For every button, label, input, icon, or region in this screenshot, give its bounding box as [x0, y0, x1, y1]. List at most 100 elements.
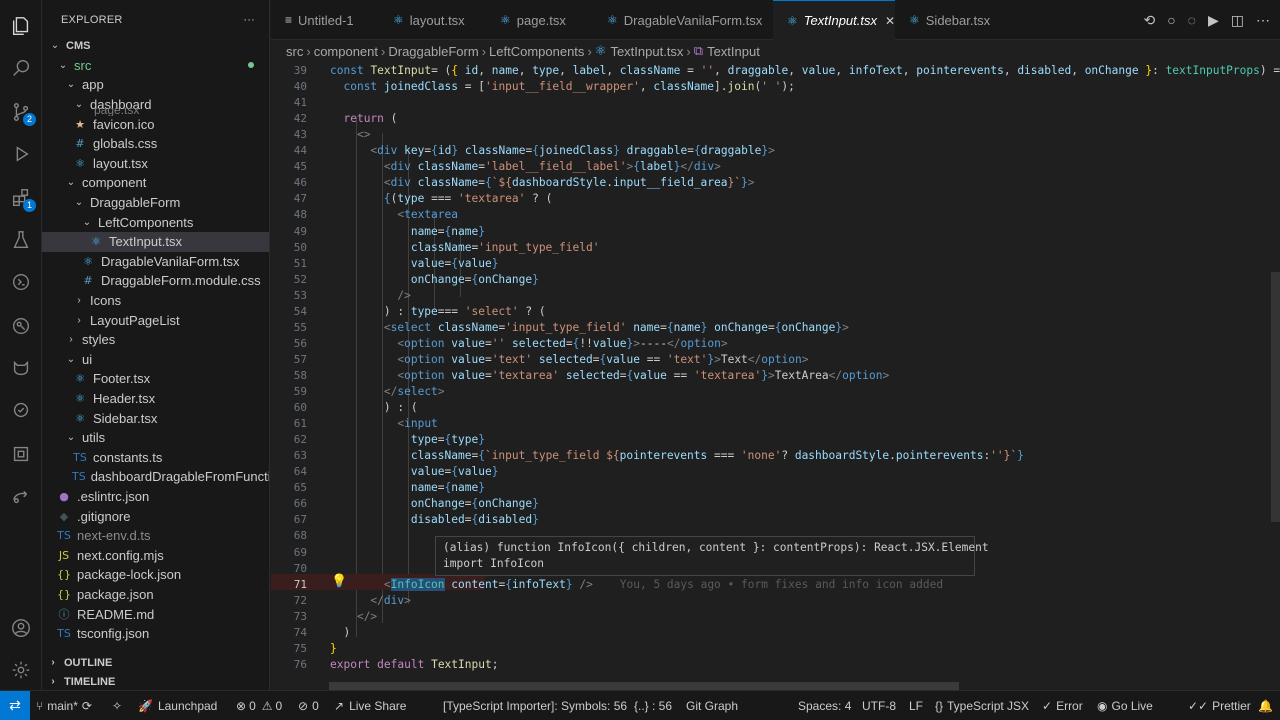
- tree-folder[interactable]: ⌄ src: [42, 56, 269, 76]
- remote-explorer-icon[interactable]: [0, 262, 42, 302]
- launchpad-status[interactable]: 🚀 Launchpad: [138, 691, 217, 720]
- go-back-icon[interactable]: ⟲: [1143, 12, 1155, 29]
- github-icon[interactable]: [0, 348, 42, 388]
- breadcrumb-item[interactable]: TextInput.tsx: [610, 44, 683, 59]
- go-live-status[interactable]: ◉ Go Live: [1097, 691, 1153, 720]
- warning-icon: ⚠: [261, 698, 273, 713]
- tree-file[interactable]: JS next.config.mjs: [42, 546, 269, 566]
- tab-page[interactable]: ⚛ page.tsx: [486, 0, 593, 40]
- tree-file[interactable]: TS constants.ts: [42, 448, 269, 468]
- symbols-status[interactable]: {..} : 56: [634, 691, 672, 720]
- tree-file[interactable]: ● .eslintrc.json: [42, 487, 269, 507]
- code-line: />: [397, 288, 411, 302]
- problems-status[interactable]: ✧: [112, 691, 122, 720]
- tree-folder[interactable]: ⌄ app: [42, 75, 269, 95]
- tree-folder[interactable]: ⌄ DraggableForm: [42, 193, 269, 213]
- tree-file[interactable]: TS tsconfig.json: [42, 624, 269, 644]
- breadcrumb-item[interactable]: LeftComponents: [489, 44, 584, 59]
- eol-status[interactable]: LF: [909, 691, 923, 720]
- code-line: <div className='label__field__label'>{la…: [383, 160, 721, 174]
- tree-folder[interactable]: › Icons: [42, 291, 269, 311]
- extensions-icon[interactable]: 1: [0, 178, 42, 218]
- live-share-status[interactable]: ↗ Live Share: [334, 691, 406, 720]
- horizontal-scrollbar[interactable]: [329, 682, 959, 690]
- file-type-icon: #: [83, 274, 93, 288]
- tree-file[interactable]: # DraggableForm.module.css: [42, 271, 269, 291]
- notifications-bell-icon[interactable]: 🔔: [1258, 691, 1273, 720]
- tree-folder[interactable]: ⌄ ui: [42, 350, 269, 370]
- tree-folder[interactable]: ⌄ CMS: [42, 36, 269, 56]
- split-editor-icon[interactable]: ◫: [1231, 12, 1244, 29]
- database-icon[interactable]: [0, 434, 42, 474]
- tree-folder[interactable]: ⌄ component: [42, 173, 269, 193]
- timeline-panel[interactable]: › TIMELINE: [42, 672, 270, 691]
- ports-status[interactable]: ⊘ 0: [298, 691, 319, 720]
- tab-untitled-1[interactable]: ≡ Untitled-1: [271, 0, 379, 40]
- tree-file[interactable]: ★ favicon.ico: [42, 114, 269, 134]
- tree-file[interactable]: # globals.css: [42, 134, 269, 154]
- file-type-icon: TS: [57, 627, 71, 641]
- code-line: <option value='' selected={!!value}>----…: [397, 336, 728, 350]
- circle-dot-icon[interactable]: ◌: [1188, 12, 1196, 29]
- tree-folder[interactable]: ⌄ utils: [42, 428, 269, 448]
- file-type-icon: ⚛: [75, 372, 85, 386]
- tree-folder[interactable]: › styles: [42, 330, 269, 350]
- indentation-status[interactable]: Spaces: 4: [798, 691, 851, 720]
- git-graph-status[interactable]: Git Graph: [686, 691, 738, 720]
- errors-status[interactable]: ⊗ 0 ⚠ 0: [236, 691, 282, 720]
- gear-puzzle-icon[interactable]: [0, 390, 42, 430]
- run-debug-icon[interactable]: [0, 134, 42, 174]
- tree-file[interactable]: {} package.json: [42, 585, 269, 605]
- remote-indicator-icon[interactable]: ⇄: [0, 691, 30, 720]
- tree-label: layout.tsx: [93, 155, 148, 171]
- lint-error-status[interactable]: ✓ Error: [1042, 691, 1083, 720]
- hover-signature-text: (alias) function InfoIcon({ children, co…: [443, 541, 989, 554]
- tree-file[interactable]: TS dashboardDragableFromFuncti...: [42, 467, 269, 487]
- tree-folder[interactable]: › LayoutPageList: [42, 310, 269, 330]
- git-lens-icon[interactable]: [0, 306, 42, 346]
- tree-folder[interactable]: ⌄ LeftComponents: [42, 212, 269, 232]
- more-actions-icon[interactable]: ···: [243, 14, 255, 26]
- code-editor[interactable]: 💡 39 const TextInput= ({ id, name, type, …: [271, 62, 1280, 690]
- more-icon[interactable]: ⋯: [1256, 12, 1270, 29]
- tree-file[interactable]: ⚛ Footer.tsx: [42, 369, 269, 389]
- explorer-icon[interactable]: [0, 6, 42, 46]
- tree-file[interactable]: ⚛ DragableVanilaForm.tsx: [42, 252, 269, 272]
- code-line: <select className='input_type_field' nam…: [383, 320, 849, 334]
- run-icon[interactable]: ▶: [1208, 12, 1219, 29]
- source-control-icon[interactable]: 2: [0, 92, 42, 132]
- tab-textinput[interactable]: ⚛ TextInput.tsx ✕: [773, 0, 895, 40]
- breadcrumb-item[interactable]: component: [314, 44, 378, 59]
- manage-gear-icon[interactable]: [0, 650, 42, 690]
- tree-folder[interactable]: ⌄ dashboard: [42, 95, 269, 115]
- tree-file[interactable]: TS next-env.d.ts: [42, 526, 269, 546]
- tree-file[interactable]: ⚛ TextInput.tsx: [42, 232, 269, 252]
- breadcrumb-item[interactable]: src: [286, 44, 303, 59]
- language-status[interactable]: {} TypeScript JSX: [935, 691, 1029, 720]
- circle-icon[interactable]: ○: [1167, 12, 1175, 29]
- breadcrumb-item[interactable]: DraggableForm: [388, 44, 478, 59]
- tree-file[interactable]: ⚛ Header.tsx: [42, 389, 269, 409]
- ts-importer-status[interactable]: [TypeScript Importer]: Symbols: 56: [443, 691, 627, 720]
- tab-dragablevanilaform[interactable]: ⚛ DragableVanilaForm.tsx: [593, 0, 773, 40]
- close-icon[interactable]: ✕: [885, 14, 895, 28]
- tree-file[interactable]: ⚛ layout.tsx: [42, 154, 269, 174]
- testing-icon[interactable]: [0, 220, 42, 260]
- tree-file[interactable]: ⚛ Sidebar.tsx: [42, 408, 269, 428]
- outline-panel[interactable]: › OUTLINE: [42, 653, 270, 672]
- tree-file[interactable]: ◆ .gitignore: [42, 506, 269, 526]
- branch-status[interactable]: ⑂ main* ⟳: [36, 691, 92, 720]
- line-number: 58: [293, 368, 307, 382]
- tab-layout[interactable]: ⚛ layout.tsx: [379, 0, 486, 40]
- encoding-status[interactable]: UTF-8: [862, 691, 896, 720]
- prettier-status[interactable]: ✓✓ Prettier: [1188, 691, 1251, 720]
- breadcrumb-item[interactable]: TextInput: [707, 44, 760, 59]
- tree-file[interactable]: ⓘ README.md: [42, 604, 269, 624]
- search-icon[interactable]: [0, 48, 42, 88]
- live-share-icon[interactable]: [0, 476, 42, 516]
- tab-sidebar[interactable]: ⚛ Sidebar.tsx: [895, 0, 1005, 40]
- file-type-icon: JS: [58, 548, 70, 562]
- vertical-scrollbar[interactable]: [1271, 272, 1280, 522]
- tree-file[interactable]: {} package-lock.json: [42, 565, 269, 585]
- account-icon[interactable]: [0, 608, 42, 648]
